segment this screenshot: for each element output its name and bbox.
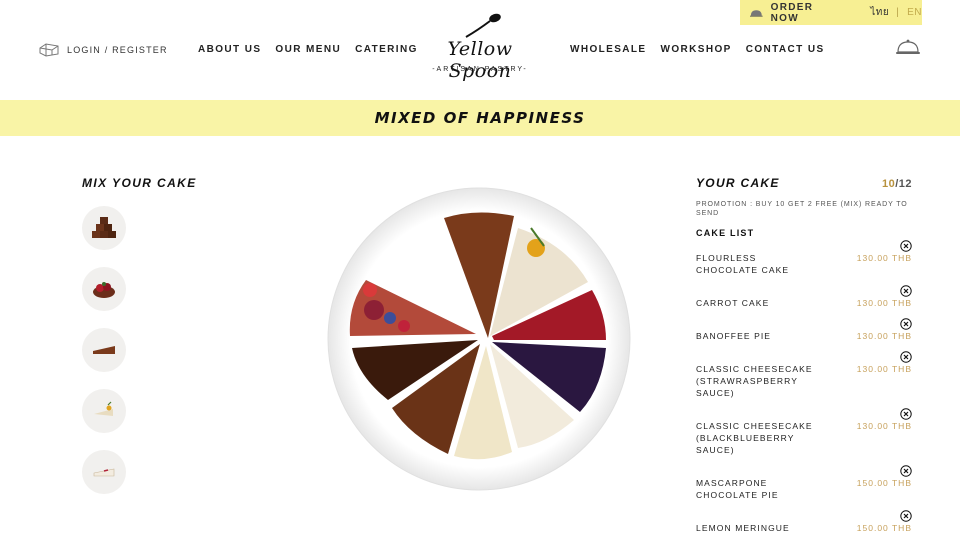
slice-option-berry-tart[interactable] [82, 267, 126, 311]
nav-left: ABOUT US OUR MENU CATERING [198, 44, 418, 55]
item-name: MASCARPONE CHOCOLATE PIE [696, 478, 779, 500]
remove-icon[interactable] [900, 510, 912, 522]
list-item: MASCARPONE CHOCOLATE PIE 150.00 THB [696, 465, 912, 501]
nav-wholesale[interactable]: WHOLESALE [570, 44, 647, 55]
lang-en-link[interactable]: EN [907, 7, 922, 18]
remove-icon[interactable] [900, 240, 912, 252]
cake-count-current: 10 [881, 178, 896, 190]
remove-icon[interactable] [900, 318, 912, 330]
item-price: 130.00 THB [856, 331, 912, 341]
slice-option-chocolate-cubes[interactable] [82, 206, 126, 250]
item-name: FLOURLESS CHOCOLATE CAKE [696, 253, 790, 275]
remove-icon[interactable] [900, 465, 912, 477]
berry-tart-icon [93, 282, 115, 298]
cake-count-total: /12 [895, 178, 912, 190]
slice-option-garnished-slice[interactable] [82, 389, 126, 433]
list-item: BANOFFEE PIE 130.00 THB [696, 318, 912, 342]
cake-plate [326, 186, 632, 492]
cake-list: FLOURLESS CHOCOLATE CAKE 130.00 THB CARR… [696, 240, 912, 534]
list-item: FLOURLESS CHOCOLATE CAKE 130.00 THB [696, 240, 912, 276]
item-price: 150.00 THB [856, 478, 912, 488]
cake-count: 10/12 [882, 178, 912, 190]
mixed-cake-plate-image [327, 187, 631, 491]
cake-box-icon [39, 43, 59, 57]
item-name: CLASSIC CHEESECAKE (BLACKBLUEBERRY SAUCE… [696, 421, 813, 455]
item-name: CLASSIC CHEESECAKE (STRAWRASPBERRY SAUCE… [696, 364, 813, 398]
cake-list-heading: CAKE LIST [696, 228, 755, 238]
promotion-text: PROMOTION : BUY 10 GET 2 FREE (MIX) READ… [696, 201, 908, 217]
cake-slice-icon [93, 346, 115, 354]
item-name: CARROT CAKE [696, 298, 770, 308]
order-now-link[interactable]: ORDER NOW [771, 2, 839, 24]
slice-option-cake-slice[interactable] [82, 328, 126, 372]
spoon-icon [465, 13, 501, 38]
site-header: ORDER NOW ไทย | EN LOGIN / REGISTER ABOU… [0, 0, 960, 100]
logo-wordmark: Yellow Spoon [447, 38, 513, 82]
cheesecake-slice-icon [93, 468, 115, 477]
item-price: 130.00 THB [856, 298, 912, 308]
cloche-cart-icon[interactable] [895, 38, 921, 56]
lang-separator: | [896, 7, 901, 18]
login-register-link[interactable]: LOGIN / REGISTER [38, 42, 168, 58]
item-price: 130.00 THB [856, 364, 912, 374]
remove-icon[interactable] [900, 351, 912, 363]
remove-icon[interactable] [900, 408, 912, 420]
nav-about-us[interactable]: ABOUT US [198, 44, 261, 55]
your-cake-heading: YOUR CAKE [696, 176, 780, 190]
list-item: LEMON MERINGUE 150.00 THB [696, 510, 912, 534]
nav-workshop[interactable]: WORKSHOP [661, 44, 732, 55]
item-price: 130.00 THB [856, 421, 912, 431]
page-banner: MIXED OF HAPPINESS [0, 100, 960, 136]
nav-contact-us[interactable]: CONTACT US [746, 44, 825, 55]
list-item: CARROT CAKE 130.00 THB [696, 285, 912, 309]
banner-title: MIXED OF HAPPINESS [374, 109, 586, 127]
lang-th-link[interactable]: ไทย [870, 5, 889, 20]
item-name: BANOFFEE PIE [696, 331, 772, 341]
item-name: LEMON MERINGUE [696, 523, 790, 533]
nav-right: WHOLESALE WORKSHOP CONTACT US [570, 44, 825, 55]
panel-header: YOUR CAKE 10/12 [696, 176, 912, 190]
login-register-label: LOGIN / REGISTER [67, 45, 168, 55]
your-cake-panel: YOUR CAKE 10/12 PROMOTION : BUY 10 GET 2… [696, 176, 912, 534]
chocolate-cubes-icon [92, 217, 116, 238]
logo-tagline: -ARTISAN PASTRY- [432, 66, 528, 73]
remove-icon[interactable] [900, 285, 912, 297]
nav-catering[interactable]: CATERING [355, 44, 418, 55]
list-item: CLASSIC CHEESECAKE (STRAWRASPBERRY SAUCE… [696, 351, 912, 399]
order-bar: ORDER NOW ไทย | EN [740, 0, 922, 25]
mix-your-cake-heading: MIX YOUR CAKE [82, 176, 197, 190]
site-logo[interactable]: Yellow Spoon -ARTISAN PASTRY- [418, 10, 542, 82]
slice-option-cheesecake-slice[interactable] [82, 450, 126, 494]
nav-our-menu[interactable]: OUR MENU [275, 44, 341, 55]
item-price: 130.00 THB [856, 253, 912, 263]
garnished-slice-icon [94, 401, 113, 416]
item-price: 150.00 THB [856, 523, 912, 533]
cloche-icon [750, 9, 763, 17]
list-item: CLASSIC CHEESECAKE (BLACKBLUEBERRY SAUCE… [696, 408, 912, 456]
